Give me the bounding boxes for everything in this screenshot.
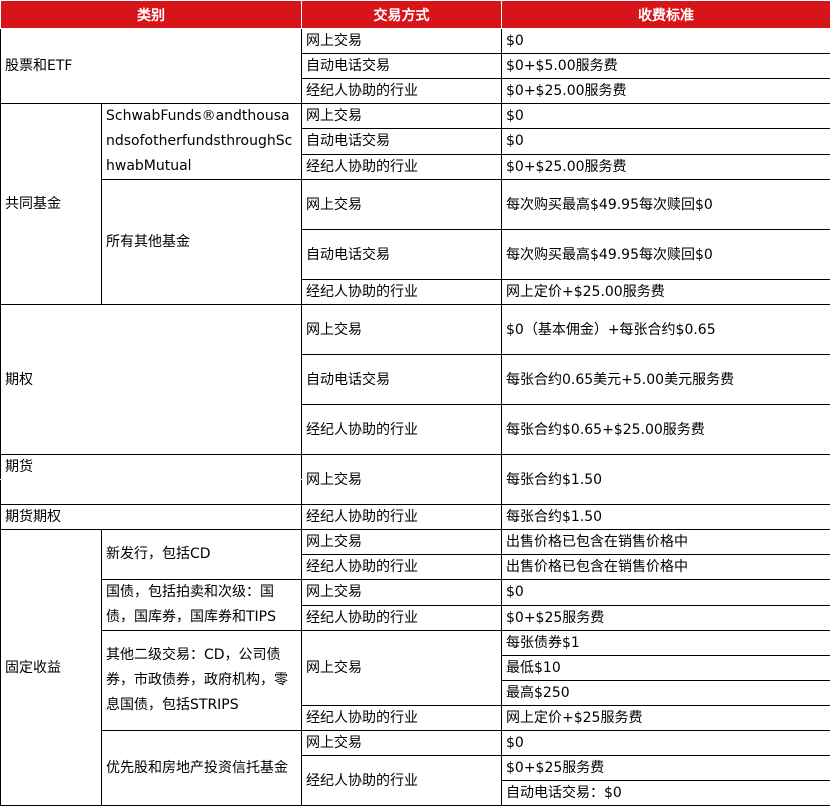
subcategory-treasury: 国债，包括拍卖和次级：国债，国库券，国库券和TIPS [101, 579, 302, 631]
fee-cell: 自动电话交易：$0 [501, 780, 830, 806]
method-cell: 经纪人协助的行业 [301, 78, 502, 104]
table-row: 国债，包括拍卖和次级：国债，国库券，国库券和TIPS 网上交易 $0 [1, 579, 830, 631]
fee-cell: $0+$25.00服务费 [501, 78, 830, 104]
method-cell: 网上交易 [301, 28, 502, 54]
category-fixed-income: 固定收益 [0, 529, 102, 806]
method-cell: 经纪人协助的行业 [301, 755, 502, 806]
table-row: 共同基金 SchwabFunds®andthousandsofotherfund… [0, 102, 830, 305]
fee-cell: 每张合约$1.50 [501, 454, 830, 505]
fee-cell: 每次购买最高$49.95每次赎回$0 [501, 179, 830, 230]
subcategory-other-funds: 所有其他基金 [101, 179, 302, 305]
method-cell: 网上交易 [301, 102, 502, 130]
fee-cell: 每张合约0.65美元+5.00美元服务费 [501, 354, 830, 405]
subcategory-preferred: 优先股和房地产投资信托基金 [101, 730, 302, 806]
category-mutual-funds: 共同基金 [0, 103, 102, 305]
fee-cell: $0 [501, 128, 830, 155]
table-row: 期权 网上交易 $0（基本佣金）+每张合约$0.65 [0, 304, 830, 455]
header-category: 类别 [0, 0, 302, 29]
fee-cell: 每次购买最高$49.95每次赎回$0 [501, 229, 830, 280]
fee-cell: $0（基本佣金）+每张合约$0.65 [501, 304, 830, 355]
fee-cell: 每张合约$1.50 [501, 504, 830, 530]
fee-cell: $0 [501, 730, 830, 756]
fee-cell: $0 [501, 579, 830, 606]
table-row: 其他二级交易：CD，公司债券，市政债券，政府机构，零息国债，包括STRIPS 网… [1, 630, 830, 731]
method-cell: 经纪人协助的行业 [301, 554, 502, 580]
category-options: 期权 [0, 304, 302, 455]
subcategory-schwab-funds: SchwabFunds®andthousandsofotherfundsthro… [101, 103, 302, 180]
method-cell: 自动电话交易 [301, 229, 502, 280]
category-futures: 期货 [0, 454, 302, 480]
fee-cell: 每张合约$0.65+$25.00服务费 [501, 404, 830, 455]
table-row: 优先股和房地产投资信托基金 网上交易 $0 [1, 730, 830, 806]
method-cell: 自动电话交易 [301, 53, 502, 79]
fee-table: 类别 交易方式 收费标准 股票和ETF 网上交易 $0 自动电话交易 $0+$5… [0, 0, 830, 806]
table-row: 期货期权 经纪人协助的行业 每张合约$1.50 [0, 504, 830, 530]
category-futures-options: 期货期权 [0, 504, 302, 530]
fee-cell: 出售价格已包含在销售价格中 [501, 554, 830, 580]
header-fee: 收费标准 [501, 0, 830, 29]
fee-cell: 出售价格已包含在销售价格中 [501, 529, 830, 555]
fee-cell: 网上定价+$25服务费 [501, 705, 830, 731]
fee-cell: 每张债券$1 [501, 630, 830, 656]
fee-cell: 最低$10 [501, 655, 830, 681]
table-row: 期货 网上交易 每张合约$1.50 [0, 454, 830, 505]
method-cell: 自动电话交易 [301, 354, 502, 405]
method-cell: 经纪人协助的行业 [301, 404, 502, 455]
fee-cell: 最高$250 [501, 680, 830, 706]
category-stocks-etf: 股票和ETF [0, 28, 302, 104]
method-cell: 自动电话交易 [301, 128, 502, 155]
fee-cell: $0+$25服务费 [501, 755, 830, 781]
method-cell: 网上交易 [301, 630, 502, 706]
empty-cell [0, 479, 302, 505]
subcategory-secondary: 其他二级交易：CD，公司债券，市政债券，政府机构，零息国债，包括STRIPS [101, 630, 302, 731]
fee-cell: $0+$25.00服务费 [501, 153, 830, 181]
method-cell: 经纪人协助的行业 [301, 504, 502, 530]
table-row: 固定收益 新发行，包括CD 网上交易 出售价格已包含在销售价格中 [0, 529, 830, 806]
method-cell: 经纪人协助的行业 [301, 604, 502, 631]
method-cell: 网上交易 [301, 454, 502, 505]
fee-cell: $0 [501, 28, 830, 54]
method-cell: 网上交易 [301, 529, 502, 555]
header-row: 类别 交易方式 收费标准 [0, 0, 830, 29]
fee-cell: $0 [501, 102, 830, 130]
subcategory-new-issue: 新发行，包括CD [101, 529, 302, 580]
table-row: 股票和ETF 网上交易 $0 [0, 28, 830, 104]
method-cell: 网上交易 [301, 579, 502, 606]
fee-cell: $0+$25服务费 [501, 604, 830, 631]
header-method: 交易方式 [301, 0, 502, 29]
method-cell: 网上交易 [301, 730, 502, 756]
method-cell: 经纪人协助的行业 [301, 279, 502, 305]
method-cell: 经纪人协助的行业 [301, 705, 502, 731]
fee-cell: $0+$5.00服务费 [501, 53, 830, 79]
method-cell: 网上交易 [301, 304, 502, 355]
method-cell: 经纪人协助的行业 [301, 153, 502, 181]
fee-cell: 网上定价+$25.00服务费 [501, 279, 830, 305]
method-cell: 网上交易 [301, 179, 502, 230]
table-row: 所有其他基金 网上交易 每次购买最高$49.95每次赎回$0 [1, 179, 830, 305]
